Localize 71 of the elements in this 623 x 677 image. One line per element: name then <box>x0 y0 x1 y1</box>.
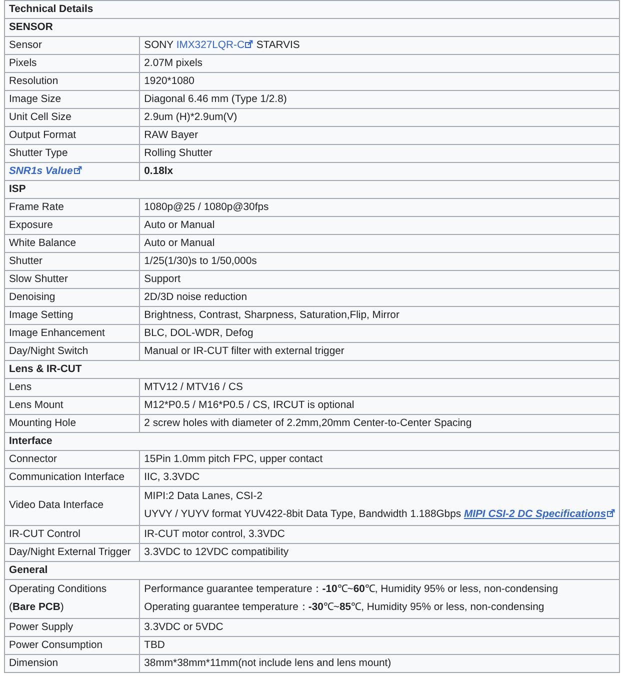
row-label: Video Data Interface <box>9 499 105 513</box>
row-value: MIPI:2 Data Lanes, CSI-2 <box>144 490 264 504</box>
row-label: Image Setting <box>9 308 74 322</box>
row-label: Dimension <box>9 656 60 670</box>
section-header: SENSOR <box>4 18 620 36</box>
link[interactable]: IMX327LQR-C <box>176 40 254 50</box>
row-value: 2.9um (H)*2.9um(V) <box>144 110 238 124</box>
row-label: Unit Cell Size <box>9 110 72 124</box>
row-value: 3.3VDC to 12VDC compatibility <box>144 546 290 560</box>
row-label: Lens <box>9 380 33 394</box>
row-value: Auto or Manual <box>144 218 216 232</box>
row-value: UYVY / YUYV format YUV422-8bit Data Type, Bandwidth 1.188Gbps MIPI CSI-2 DC Specifications <box>144 507 615 523</box>
row-value: 2 screw holes with diameter of 2.2mm,20mm Center-to-Center Spacing <box>144 416 473 430</box>
row-value: Diagonal 6.46 mm (Type 1/2.8) <box>144 92 288 106</box>
row-value: MTV12 / MTV16 / CS <box>144 380 244 394</box>
row-value: 3.3VDC or 5VDC <box>144 620 224 634</box>
row-value: 0.18lx <box>144 164 174 178</box>
row-label: Communication Interface <box>9 470 126 484</box>
external-link-icon <box>74 166 82 174</box>
table-title: Technical Details <box>4 0 620 18</box>
row-label: Lens Mount <box>9 398 64 412</box>
row-value: Rolling Shutter <box>144 146 214 160</box>
row-value: IIC, 3.3VDC <box>144 470 201 484</box>
row-label: Output Format <box>9 128 77 142</box>
section-header: General <box>4 562 620 580</box>
section-header: Interface <box>4 432 620 450</box>
row-value: Operating guarantee temperature：-30℃~85℃, Humidity 95% or less, non-condensing <box>144 601 546 615</box>
row-label: Operating Conditions <box>9 583 108 597</box>
row-value: 1/25(1/30)s to 1/50,000s <box>144 254 258 268</box>
external-link-icon <box>245 40 254 48</box>
row-label: Connector <box>9 452 58 466</box>
row-value: Performance guarantee temperature：-10℃~60℃, Humidity 95% or less, non-condensing <box>144 583 559 597</box>
row-value: Support <box>144 272 182 286</box>
row-label: Power Consumption <box>9 638 104 652</box>
row-label: Mounting Hole <box>9 416 78 430</box>
row-value: 2.07M pixels <box>144 56 204 70</box>
row-value: BLC, DOL-WDR, Defog <box>144 326 254 340</box>
link[interactable]: MIPI CSI-2 DC Specifications <box>464 509 615 520</box>
row-label: Image Enhancement <box>9 326 106 340</box>
row-label: Pixels <box>9 56 38 70</box>
row-label: Sensor <box>9 38 43 52</box>
row-value: Manual or IR-CUT filter with external trigger <box>144 344 346 358</box>
row-value: SONY IMX327LQR-C STARVIS <box>144 38 301 52</box>
row-label: Power Supply <box>9 620 74 634</box>
row-label: Slow Shutter <box>9 272 69 286</box>
row-label: Resolution <box>9 74 60 88</box>
row-label: Denoising <box>9 290 56 304</box>
row-value: M12*P0.5 / M16*P0.5 / CS, IRCUT is optional <box>144 398 356 412</box>
row-value: Brightness, Contrast, Sharpness, Saturation,Flip, Mirror <box>144 308 400 322</box>
row-value: IR-CUT motor control, 3.3VDC <box>144 528 286 542</box>
row-label: Image Size <box>9 92 62 106</box>
row-value: RAW Bayer <box>144 128 200 142</box>
row-label: Exposure <box>9 218 54 232</box>
section-header: Lens & IR-CUT <box>4 360 620 378</box>
row-label: Shutter Type <box>9 146 69 160</box>
row-value: 38mm*38mm*11mm(not include lens and lens mount) <box>144 656 392 670</box>
row-value: 1080p@25 / 1080p@30fps <box>144 200 270 214</box>
row-label: IR-CUT Control <box>9 528 82 542</box>
row-value: 15Pin 1.0mm pitch FPC, upper contact <box>144 452 324 466</box>
row-label: Shutter <box>9 254 44 268</box>
row-label: (Bare PCB) <box>9 601 65 615</box>
row-value: TBD <box>144 638 166 652</box>
row-label: Frame Rate <box>9 200 65 214</box>
row-label: Day/Night Switch <box>9 344 90 358</box>
row-value: 1920*1080 <box>144 74 196 88</box>
row-value: 2D/3D noise reduction <box>144 290 248 304</box>
row-label: White Balance <box>9 236 77 250</box>
row-value: Auto or Manual <box>144 236 216 250</box>
section-header: ISP <box>4 180 620 198</box>
external-link-icon <box>607 509 615 517</box>
row-label: Day/Night External Trigger <box>9 546 132 560</box>
